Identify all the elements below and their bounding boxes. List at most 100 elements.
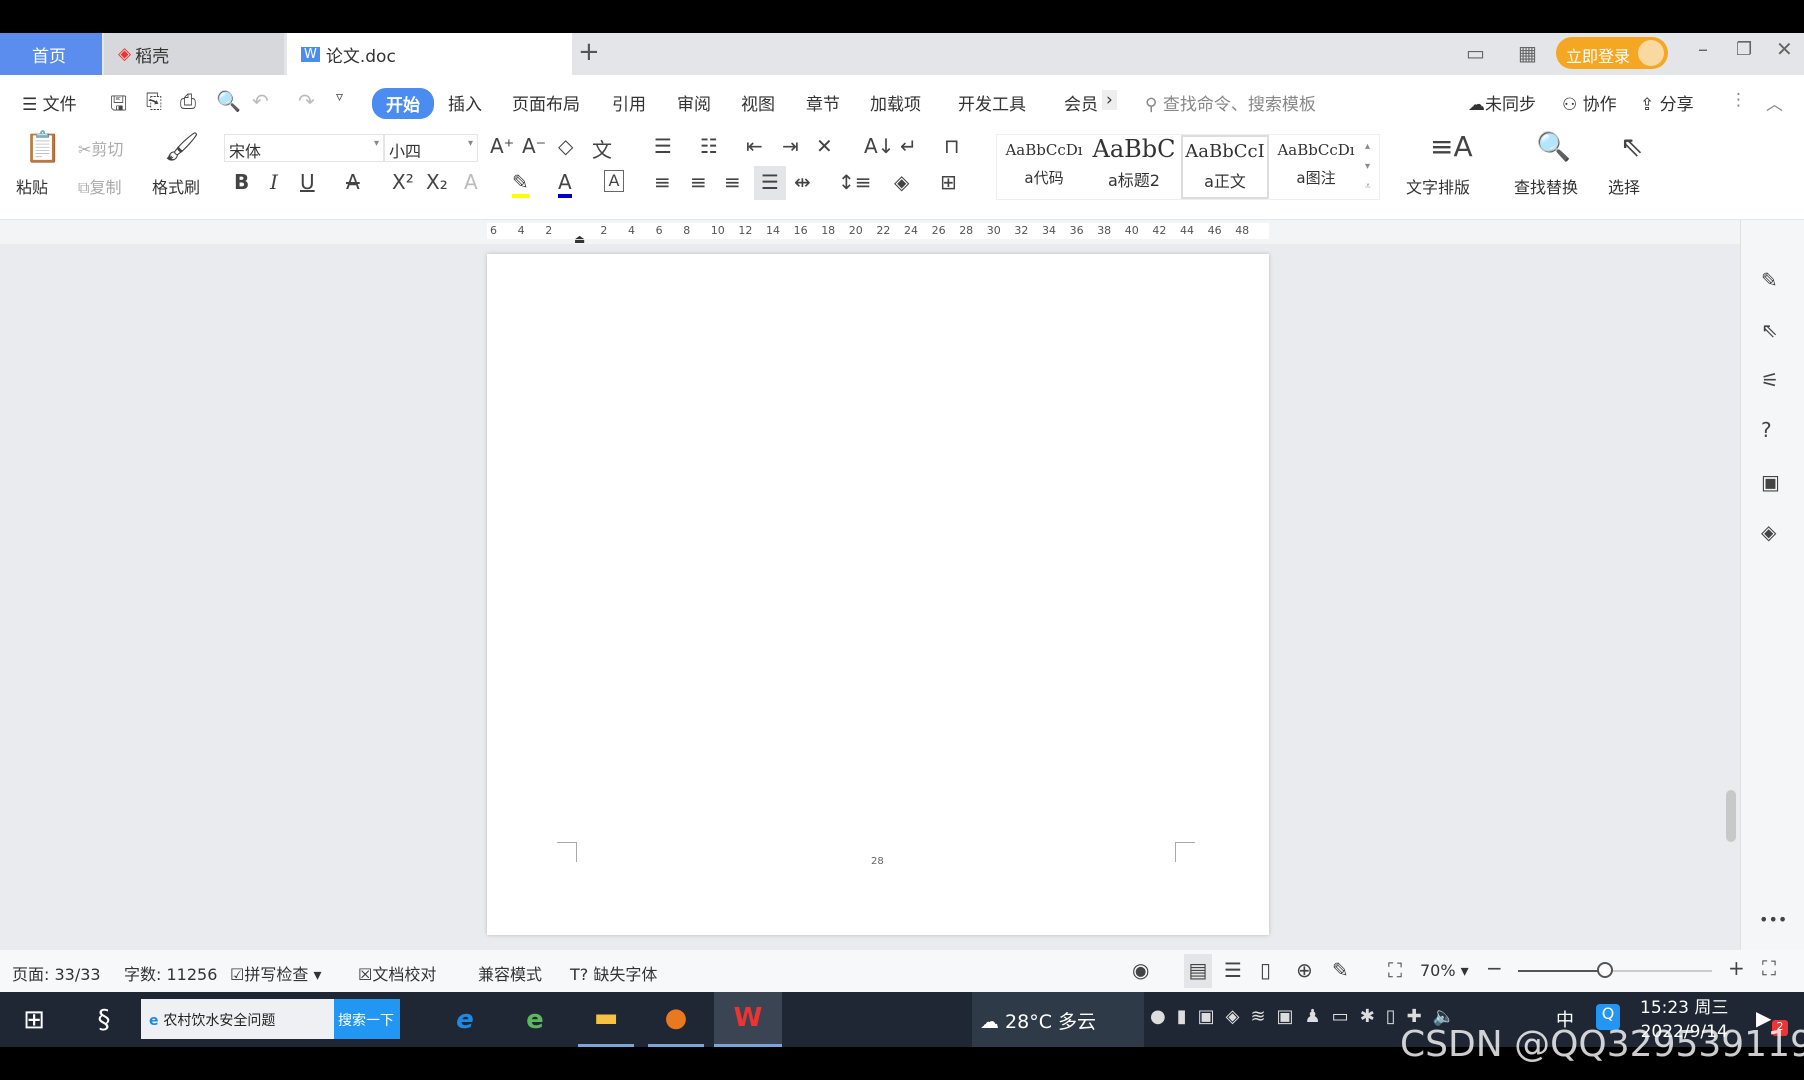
zoom-in-button[interactable]: + [1728, 956, 1745, 980]
align-center-icon[interactable]: ≡ [690, 170, 707, 194]
align-left-icon[interactable]: ≡ [654, 170, 671, 194]
paste-icon[interactable]: 📋 [24, 130, 61, 165]
shading-icon[interactable]: ◈ [894, 170, 909, 194]
horizontal-ruler[interactable]: 6 4 2 2 4 6 8 10 12 14 16 18 20 22 24 26 28 30 32 34 36 38 40 4… [0, 220, 1740, 246]
text-effect-icon[interactable]: A [464, 170, 478, 194]
borders-icon[interactable]: ⊞ [940, 170, 957, 194]
proofread-button[interactable]: ☒文档校对 [358, 961, 436, 985]
zoom-slider-thumb[interactable] [1597, 962, 1614, 978]
cut-button[interactable]: ✂剪切 [78, 136, 123, 160]
collab-button[interactable]: ⚇ 协作 [1562, 90, 1617, 115]
tab-review[interactable]: 审阅 [677, 90, 711, 115]
spell-check-button[interactable]: ☑拼写检查 ▾ [230, 961, 321, 985]
layout-icon[interactable]: ▭ [1466, 41, 1485, 65]
customize-icon[interactable]: ▿ [336, 89, 343, 105]
style-scroll-buttons[interactable]: ▴ ▾ ⩡ [1365, 137, 1371, 197]
login-button[interactable]: 立即登录 [1556, 37, 1668, 69]
indent-marker[interactable]: ⏏ [574, 232, 585, 246]
zoom-select[interactable]: 70% ▾ [1420, 961, 1469, 980]
pen-icon[interactable]: ✎ [1761, 268, 1778, 292]
print-preview-icon[interactable]: 🔍 [216, 89, 241, 113]
export-icon[interactable]: ⎘ [146, 89, 162, 113]
cursor-icon[interactable]: ⇖ [1620, 130, 1643, 163]
apps-grid-icon[interactable]: ▦ [1518, 41, 1537, 65]
subscript-icon[interactable]: X₂ [426, 170, 448, 194]
underline-icon[interactable]: U [300, 170, 315, 194]
highlight-icon[interactable]: ✎ [512, 170, 529, 198]
share-button[interactable]: ⇪ 分享 [1640, 90, 1694, 115]
minimize-button[interactable]: – [1698, 37, 1708, 61]
close-button[interactable]: ✕ [1776, 37, 1793, 61]
italic-icon[interactable]: I [270, 170, 278, 194]
chinese-layout-icon[interactable]: ✕ [816, 134, 833, 158]
tab-chapter[interactable]: 章节 [806, 90, 840, 115]
copy-button[interactable]: ⧉复制 [78, 174, 121, 198]
zoom-out-button[interactable]: − [1486, 956, 1503, 980]
style-code[interactable]: AaBbCcDı a代码 [999, 141, 1089, 188]
sync-button[interactable]: ☁未同步 [1468, 90, 1536, 115]
select-button[interactable]: 选择 [1608, 174, 1640, 198]
table-ruler-icon[interactable]: ⊓ [944, 134, 960, 158]
tab-insert[interactable]: 插入 [448, 90, 482, 115]
missing-font-button[interactable]: T? 缺失字体 [570, 961, 657, 985]
pointer-icon[interactable]: ⇖ [1761, 318, 1778, 342]
pinyin-icon[interactable]: 文 [592, 134, 612, 163]
font-size-select[interactable]: 小四 ▾ [384, 134, 478, 162]
page-view-icon[interactable]: ▤ [1184, 954, 1212, 988]
shrink-font-icon[interactable]: A⁻ [522, 134, 546, 158]
show-marks-icon[interactable]: ↵ [900, 134, 917, 158]
bullet-list-icon[interactable]: ☰ [654, 134, 672, 158]
document-page[interactable]: 28 [487, 254, 1269, 935]
tab-document[interactable]: W 论文.doc [287, 33, 572, 75]
tab-view[interactable]: 视图 [741, 90, 775, 115]
distributed-icon[interactable]: ⇹ [794, 170, 811, 194]
align-right-icon[interactable]: ≡ [724, 170, 741, 194]
wps-taskbar-icon[interactable]: W [714, 992, 782, 1047]
text-layout-button[interactable]: 文字排版 [1406, 174, 1470, 198]
vertical-scrollbar[interactable] [1724, 230, 1738, 940]
tab-addins[interactable]: 加载项 [870, 90, 921, 115]
collapse-ribbon-icon[interactable]: ︿ [1766, 90, 1783, 115]
sort-icon[interactable]: A↓ [864, 134, 894, 158]
taskbar-search-input[interactable]: e 农村饮水安全问题 [141, 999, 335, 1039]
tab-home[interactable]: 首页 [0, 33, 102, 75]
justify-icon[interactable]: ☰ [754, 166, 786, 200]
style-caption[interactable]: AaBbCcDı a图注 [1271, 141, 1361, 188]
tab-start[interactable]: 开始 [372, 88, 434, 119]
new-tab-button[interactable]: + [578, 37, 600, 67]
find-icon[interactable]: 🔍 [1536, 130, 1571, 163]
file-menu[interactable]: ☰ 文件 [22, 90, 77, 115]
style-body[interactable]: AaBbCcI a正文 [1181, 135, 1269, 199]
decrease-indent-icon[interactable]: ⇤ [746, 134, 763, 158]
command-search[interactable]: ⚲ 查找命令、搜索模板 [1145, 90, 1316, 115]
help-icon[interactable]: ? [1761, 418, 1772, 442]
tab-references[interactable]: 引用 [612, 90, 646, 115]
image-icon[interactable]: ▣ [1761, 470, 1780, 494]
cat-app-icon[interactable]: ● [648, 992, 704, 1047]
tab-member[interactable]: 会员 [1064, 90, 1098, 115]
font-name-select[interactable]: 宋体 ▾ [224, 134, 384, 162]
numbered-list-icon[interactable]: ☷ [700, 134, 718, 158]
tab-developer[interactable]: 开发工具 [958, 90, 1026, 115]
app-360-icon[interactable]: § [82, 992, 126, 1047]
windows-start-icon[interactable]: ⊞ [14, 992, 54, 1047]
file-explorer-icon[interactable]: ▬ [578, 992, 634, 1047]
more-tabs-button[interactable]: › [1102, 90, 1117, 110]
write-mode-icon[interactable]: ✎ [1332, 958, 1349, 982]
more-icon[interactable]: ••• [1759, 910, 1787, 929]
restore-button[interactable]: ❐ [1736, 39, 1752, 60]
undo-icon[interactable]: ↶ [252, 89, 269, 113]
increase-indent-icon[interactable]: ⇥ [782, 134, 799, 158]
more-menu-icon[interactable]: ⋮ [1730, 90, 1747, 110]
scrollbar-thumb[interactable] [1726, 790, 1736, 842]
style-heading2[interactable]: AaBbC a标题2 [1089, 135, 1179, 191]
weather-widget[interactable]: ☁ 28°C 多云 [972, 992, 1144, 1047]
reading-view-icon[interactable]: ▯ [1260, 958, 1271, 982]
line-spacing-icon[interactable]: ↕≡ [838, 170, 872, 194]
strikethrough-icon[interactable]: A [346, 170, 360, 194]
redo-icon[interactable]: ↷ [298, 89, 315, 113]
eye-protection-icon[interactable]: ◉ [1132, 958, 1149, 982]
fit-page-icon[interactable]: ⛶ [1388, 958, 1402, 982]
settings-sliders-icon[interactable]: ⚟ [1761, 368, 1779, 392]
zoom-slider[interactable] [1518, 962, 1712, 978]
